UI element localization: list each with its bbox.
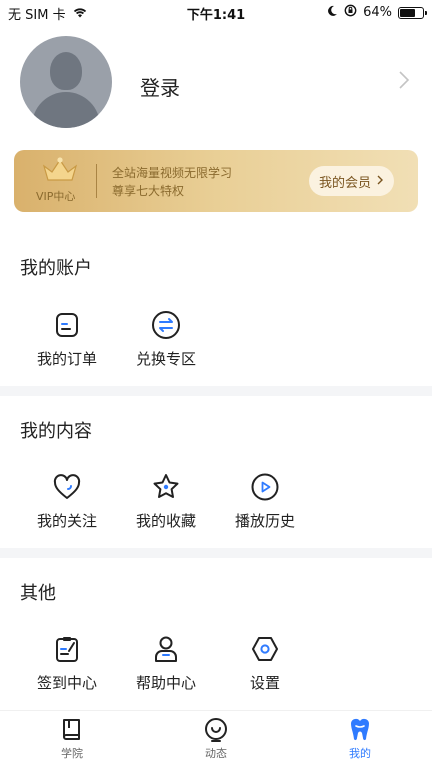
play-history-tile[interactable]: 播放历史 [215,472,315,542]
exchange-tile[interactable]: 兑换专区 [116,310,216,380]
heart-icon [52,472,82,502]
vip-divider [96,164,97,198]
chevron-right-icon [377,174,384,189]
help-label: 帮助中心 [135,674,196,692]
settings-tile[interactable]: 设置 [215,634,315,704]
avatar-head [50,52,82,90]
order-label: 我的订单 [36,350,97,368]
tab-mine-label: 我的 [349,747,371,760]
vip-benefit-line2: 尊享七大特权 [112,184,185,198]
tooth-icon [347,717,373,743]
bottom-tab-bar: 学院 动态 我的 [0,710,432,768]
other-grid: 签到中心 帮助中心 设置 [0,634,432,714]
play-history-label: 播放历史 [234,512,295,530]
section-title-other: 其他 [20,583,56,604]
tab-academy[interactable]: 学院 [32,717,112,761]
section-divider [0,386,432,396]
order-tile[interactable]: 我的订单 [17,310,117,380]
tab-feed[interactable]: 动态 [176,717,256,761]
exchange-label: 兑换专区 [135,350,196,368]
account-grid: 我的订单 兑换专区 [0,310,432,390]
checkin-label: 签到中心 [36,674,97,692]
avatar[interactable] [20,36,112,128]
help-icon [151,634,181,664]
vip-benefit-line1: 全站海量视频无限学习 [112,166,233,180]
my-membership-label: 我的会员 [318,175,371,191]
follow-tile[interactable]: 我的关注 [17,472,117,542]
content-grid: 我的关注 我的收藏 播放历史 [0,472,432,552]
checkin-tile[interactable]: 签到中心 [17,634,117,704]
tab-feed-label: 动态 [205,747,227,760]
login-label[interactable]: 登录 [140,72,180,101]
battery-icon [398,6,427,19]
avatar-body [32,92,100,128]
section-divider [0,548,432,558]
favorites-label: 我的收藏 [135,512,196,530]
moon-icon [326,5,338,21]
order-icon [52,310,82,340]
star-icon [151,472,181,502]
chevron-right-icon[interactable] [398,70,410,96]
book-icon [59,717,85,743]
rotation-lock-icon [344,4,357,21]
tab-academy-label: 学院 [61,747,83,760]
checkin-icon [52,634,82,664]
settings-icon [250,634,280,664]
settings-label: 设置 [249,674,280,692]
profile-header[interactable]: 登录 [0,24,432,142]
my-membership-button[interactable]: 我的会员 [308,166,394,196]
status-bar: 无 SIM 卡 下午1:41 64% [0,0,432,24]
feed-icon [203,717,229,743]
section-title-account: 我的账户 [20,258,92,279]
favorites-tile[interactable]: 我的收藏 [116,472,216,542]
help-tile[interactable]: 帮助中心 [116,634,216,704]
battery-percent: 64% [363,5,392,20]
play-history-icon [250,472,280,502]
crown-icon [40,156,80,184]
tab-mine[interactable]: 我的 [320,717,400,761]
vip-banner[interactable]: VIP中心 全站海量视频无限学习 尊享七大特权 我的会员 [14,150,418,212]
follow-label: 我的关注 [36,512,97,530]
exchange-icon [151,310,181,340]
vip-center-label: VIP中心 [36,190,76,203]
section-title-content: 我的内容 [20,421,92,442]
